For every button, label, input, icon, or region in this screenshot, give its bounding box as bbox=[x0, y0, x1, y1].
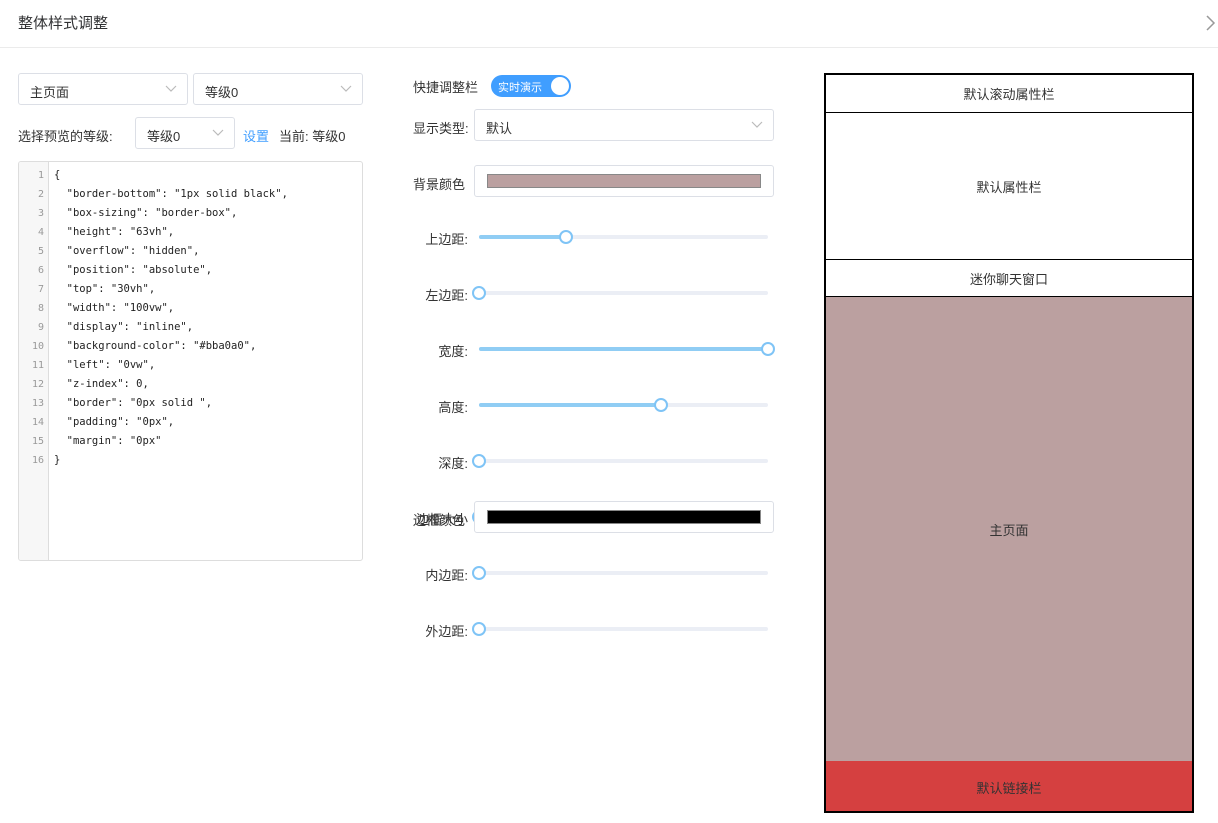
display-type-select[interactable]: 默认 bbox=[474, 109, 774, 141]
slider-6[interactable] bbox=[472, 565, 768, 581]
line-number: 4 bbox=[37, 227, 44, 238]
code-line: "display": "inline", bbox=[54, 321, 194, 333]
dialog-title: 整体样式调整 bbox=[18, 15, 109, 32]
page-select-value: 主页面 bbox=[30, 85, 70, 100]
preview-attr-bar[interactable]: 默认属性栏 bbox=[826, 113, 1192, 260]
slider-track[interactable] bbox=[479, 459, 768, 463]
slider-4[interactable] bbox=[472, 453, 768, 469]
border-color-label: 边框颜色 bbox=[413, 513, 466, 528]
slider-label: 上边距: bbox=[425, 232, 468, 247]
current-level-text: 当前: 等级0 bbox=[279, 129, 346, 144]
slider-fill bbox=[479, 347, 768, 351]
slider-7[interactable] bbox=[472, 621, 768, 637]
slider-label: 外边距: bbox=[425, 624, 468, 639]
preview-level-label: 选择预览的等级: bbox=[18, 129, 113, 144]
preview-level-value: 等级0 bbox=[147, 129, 181, 144]
slider-fill bbox=[479, 403, 662, 407]
slider-handle[interactable] bbox=[472, 286, 486, 300]
code-line: "border-bottom": "1px solid black", bbox=[54, 188, 288, 200]
line-number: 7 bbox=[37, 284, 44, 295]
line-number: 14 bbox=[31, 417, 44, 428]
code-line: { bbox=[54, 169, 61, 181]
chevron-down-icon bbox=[751, 121, 763, 128]
line-number: 5 bbox=[37, 246, 44, 257]
chevron-right-icon[interactable] bbox=[1204, 14, 1218, 32]
line-number: 6 bbox=[37, 265, 44, 276]
preview-mini-chat[interactable]: 迷你聊天窗口 bbox=[826, 260, 1192, 297]
slider-1[interactable] bbox=[472, 285, 768, 301]
slider-track[interactable] bbox=[479, 627, 768, 631]
line-number: 2 bbox=[37, 189, 44, 200]
preview-link-bar[interactable]: 默认链接栏 bbox=[826, 761, 1192, 811]
chevron-down-icon bbox=[340, 85, 352, 92]
line-number: 16 bbox=[31, 455, 44, 466]
line-number: 3 bbox=[37, 208, 44, 219]
display-type-label: 显示类型: bbox=[413, 121, 469, 136]
code-line: "box-sizing": "border-box", bbox=[54, 207, 238, 219]
line-number: 8 bbox=[37, 303, 44, 314]
live-demo-toggle[interactable]: 实时演示 bbox=[491, 75, 571, 97]
slider-label: 宽度: bbox=[438, 344, 468, 359]
slider-track[interactable] bbox=[479, 291, 768, 295]
slider-label: 内边距: bbox=[425, 568, 468, 583]
slider-3[interactable] bbox=[479, 397, 768, 413]
line-number-gutter: 1 2 3 4 5 6 7 8 9 10 11 12 13 14 15 16 bbox=[19, 162, 49, 560]
slider-2[interactable] bbox=[479, 341, 775, 357]
line-number: 10 bbox=[31, 341, 44, 352]
display-type-value: 默认 bbox=[486, 121, 513, 136]
slider-0[interactable] bbox=[479, 229, 768, 245]
bg-color-picker[interactable] bbox=[474, 165, 774, 197]
code-line: "background-color": "#bba0a0", bbox=[54, 340, 257, 352]
slider-handle[interactable] bbox=[472, 622, 486, 636]
code-line: "padding": "0px", bbox=[54, 416, 175, 428]
set-level-link[interactable]: 设置 bbox=[243, 126, 269, 145]
quick-adjust-label: 快捷调整栏 bbox=[413, 80, 479, 95]
slider-label: 左边距: bbox=[425, 288, 468, 303]
level-select[interactable]: 等级0 bbox=[193, 73, 363, 105]
live-demo-toggle-text: 实时演示 bbox=[498, 82, 542, 94]
line-number: 15 bbox=[31, 436, 44, 447]
code-line: } bbox=[54, 454, 61, 466]
chevron-down-icon bbox=[165, 85, 177, 92]
preview-main-page[interactable]: 主页面 bbox=[826, 297, 1192, 761]
chevron-down-icon bbox=[212, 129, 224, 136]
slider-handle[interactable] bbox=[558, 230, 573, 244]
line-number: 13 bbox=[31, 398, 44, 409]
code-line: "margin": "0px" bbox=[54, 435, 162, 447]
slider-track[interactable] bbox=[479, 571, 768, 575]
preview-level-select[interactable]: 等级0 bbox=[135, 117, 235, 149]
code-line: "top": "30vh", bbox=[54, 283, 156, 295]
bg-color-swatch bbox=[487, 174, 761, 188]
slider-handle[interactable] bbox=[472, 454, 486, 468]
line-number: 1 bbox=[37, 170, 44, 181]
line-number: 12 bbox=[31, 379, 44, 390]
slider-handle[interactable] bbox=[654, 398, 669, 412]
line-number: 9 bbox=[37, 322, 44, 333]
preview-scroll-bar[interactable]: 默认滚动属性栏 bbox=[826, 75, 1192, 113]
slider-label: 深度: bbox=[438, 456, 468, 471]
code-line: "border": "0px solid ", bbox=[54, 397, 213, 409]
code-line: "z-index": 0, bbox=[54, 378, 149, 390]
page-select[interactable]: 主页面 bbox=[18, 73, 188, 105]
code-line: "left": "0vw", bbox=[54, 359, 156, 371]
toggle-knob bbox=[551, 77, 569, 95]
code-line: "height": "63vh", bbox=[54, 226, 175, 238]
border-color-picker[interactable] bbox=[474, 501, 774, 533]
code-line: "position": "absolute", bbox=[54, 264, 213, 276]
json-code-editor[interactable]: 1 2 3 4 5 6 7 8 9 10 11 12 13 14 15 16 { "border-bottom… bbox=[18, 161, 363, 561]
slider-label: 高度: bbox=[438, 400, 468, 415]
slider-handle[interactable] bbox=[761, 342, 775, 356]
slider-fill bbox=[479, 235, 566, 239]
slider-handle[interactable] bbox=[472, 566, 486, 580]
dialog-header: 整体样式调整 bbox=[0, 0, 1218, 48]
layout-preview: 默认滚动属性栏 默认属性栏 迷你聊天窗口 主页面 默认链接栏 bbox=[824, 73, 1194, 813]
code-line: "overflow": "hidden", bbox=[54, 245, 200, 257]
border-color-swatch bbox=[487, 510, 761, 524]
code-line: "width": "100vw", bbox=[54, 302, 175, 314]
level-select-value: 等级0 bbox=[205, 85, 239, 100]
bg-color-label: 背景颜色 bbox=[413, 177, 466, 192]
line-number: 11 bbox=[31, 360, 44, 371]
